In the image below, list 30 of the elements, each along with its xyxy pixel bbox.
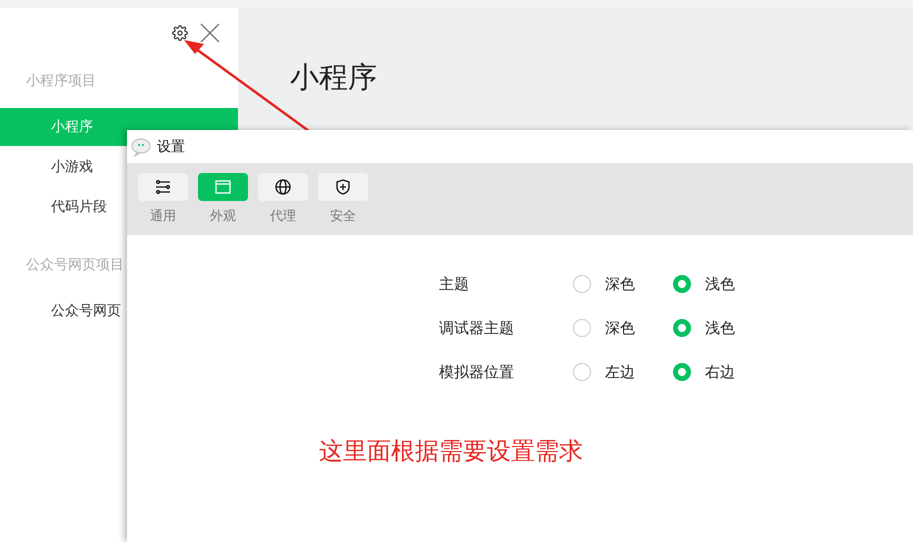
- settings-icon[interactable]: [172, 25, 188, 41]
- sliders-icon: [155, 180, 171, 194]
- option-label: 左边: [605, 362, 635, 383]
- radio-button[interactable]: [573, 275, 591, 293]
- chat-bubble-icon: [131, 136, 151, 156]
- page-title: 小程序: [290, 59, 378, 96]
- close-icon[interactable]: [200, 23, 220, 43]
- option-label: 浅色: [705, 274, 735, 295]
- radio-button[interactable]: [573, 363, 591, 381]
- settings-tab[interactable]: 外观: [198, 173, 248, 235]
- setting-label: 调试器主题: [439, 318, 515, 339]
- settings-tab[interactable]: 通用: [138, 173, 188, 235]
- settings-tab[interactable]: 代理: [258, 173, 308, 235]
- setting-label: 主题: [439, 274, 470, 295]
- option-label: 深色: [605, 274, 635, 295]
- setting-label: 模拟器位置: [439, 362, 515, 383]
- section-title: 公众号网页项目: [25, 256, 125, 275]
- section-title: 小程序项目: [25, 72, 97, 91]
- shield-icon: [336, 179, 350, 195]
- settings-tab[interactable]: 安全: [318, 173, 368, 235]
- option-label: 右边: [705, 362, 735, 383]
- radio-button[interactable]: [673, 363, 691, 381]
- radio-button[interactable]: [573, 319, 591, 337]
- option-label: 深色: [605, 318, 635, 339]
- option-label: 浅色: [705, 318, 735, 339]
- radio-button[interactable]: [673, 319, 691, 337]
- window-icon: [215, 180, 231, 194]
- annotation-text: 这里面根据需要设置需求: [319, 436, 583, 467]
- radio-button[interactable]: [673, 275, 691, 293]
- globe-icon: [275, 179, 291, 195]
